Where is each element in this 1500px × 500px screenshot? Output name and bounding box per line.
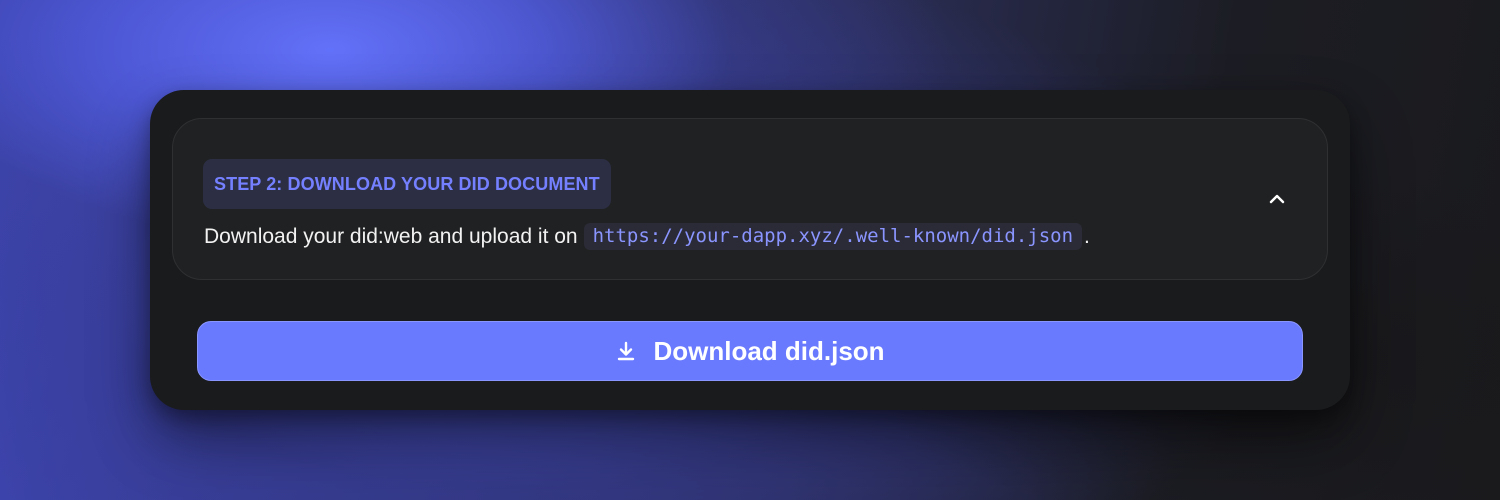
did-download-panel: STEP 2: DOWNLOAD YOUR DID DOCUMENT Downl… [150, 90, 1350, 410]
chevron-up-icon [1269, 194, 1285, 204]
well-known-url: https://your-dapp.xyz/.well-known/did.js… [583, 223, 1083, 250]
step-card: STEP 2: DOWNLOAD YOUR DID DOCUMENT Downl… [172, 118, 1328, 280]
download-did-json-button[interactable]: Download did.json [197, 321, 1303, 381]
download-button-label: Download did.json [653, 335, 885, 366]
step-description-text: Download your did:web and upload it on [204, 224, 578, 248]
step-description: Download your did:web and upload it on h… [204, 223, 1090, 250]
collapse-toggle-button[interactable] [1263, 185, 1291, 213]
step-badge: STEP 2: DOWNLOAD YOUR DID DOCUMENT [203, 159, 611, 209]
step-description-suffix: . [1084, 224, 1090, 248]
step-badge-label: STEP 2: DOWNLOAD YOUR DID DOCUMENT [214, 173, 600, 194]
download-icon [615, 340, 637, 362]
